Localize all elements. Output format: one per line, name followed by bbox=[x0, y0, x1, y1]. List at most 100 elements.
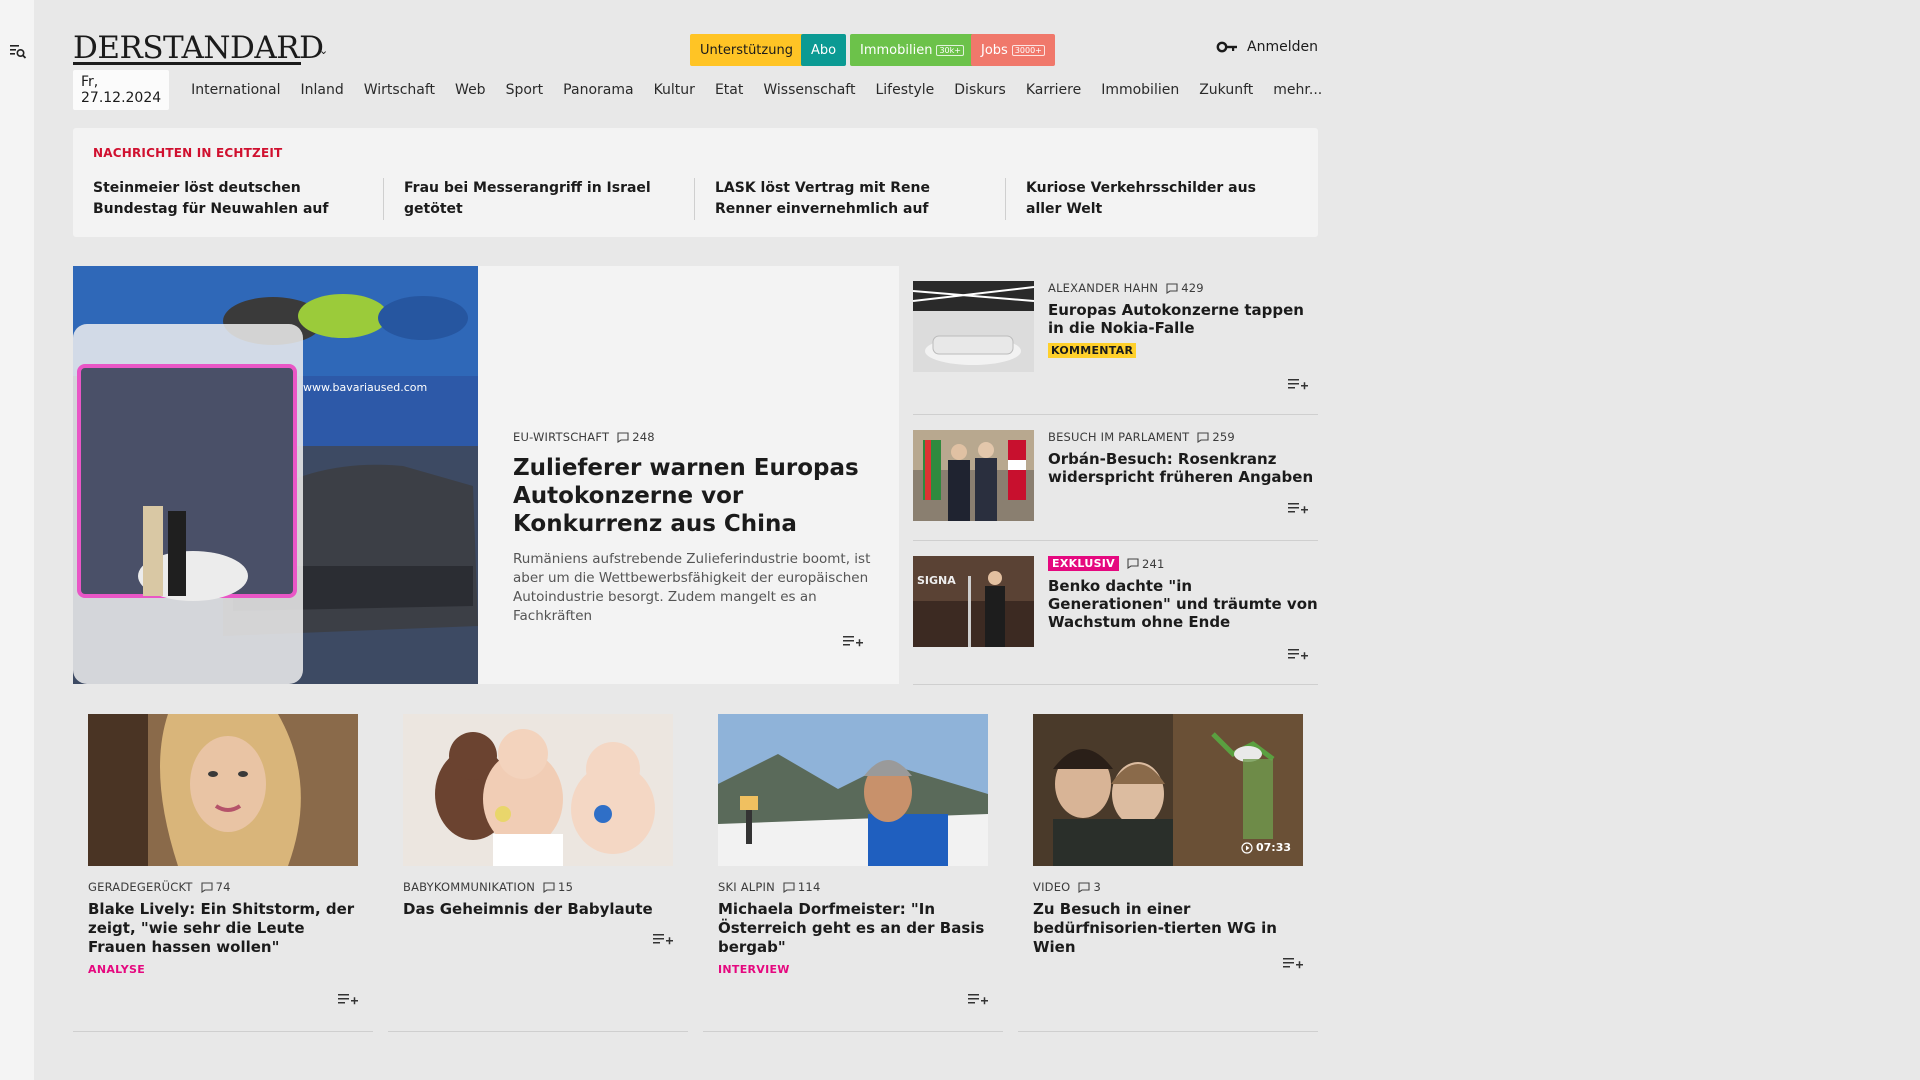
hero-title: Zulieferer warnen Europas Autokonzerne v… bbox=[513, 455, 859, 537]
video-duration: 07:33 bbox=[1241, 841, 1291, 854]
ticker-item[interactable]: Steinmeier löst deutschen Bundestag für … bbox=[93, 178, 363, 220]
divider bbox=[1018, 1031, 1318, 1032]
add-to-list-icon[interactable] bbox=[1283, 956, 1303, 970]
add-to-list-icon[interactable] bbox=[1288, 501, 1308, 515]
card-comment-count: 3 bbox=[1093, 880, 1101, 894]
card-comment-count: 114 bbox=[797, 880, 821, 894]
nav-item-lifestyle[interactable]: Lifestyle bbox=[865, 82, 944, 98]
divider bbox=[388, 1031, 688, 1032]
support-button[interactable]: Unterstützung bbox=[690, 34, 803, 66]
jobs-button[interactable]: Jobs 3000+ bbox=[971, 34, 1055, 66]
card-title: Blake Lively: Ein Shitstorm, der zeigt, … bbox=[88, 900, 355, 956]
nav-item-kultur[interactable]: Kultur bbox=[644, 82, 705, 98]
nav-item-wirtschaft[interactable]: Wirtschaft bbox=[354, 82, 445, 98]
comment-icon bbox=[1127, 558, 1139, 569]
menu-search-icon[interactable] bbox=[9, 42, 27, 60]
divider bbox=[913, 414, 1318, 415]
nav-item-karriere[interactable]: Karriere bbox=[1016, 82, 1091, 98]
nav-item-zukunft[interactable]: Zukunft bbox=[1189, 82, 1263, 98]
card-image bbox=[88, 714, 358, 866]
support-label: Unterstützung bbox=[700, 42, 793, 58]
add-to-list-icon[interactable] bbox=[1288, 647, 1308, 661]
immobilien-button[interactable]: Immobilien 30k+ bbox=[850, 34, 974, 66]
teaser-card[interactable]: 07:33 VIDEO 3 Zu Besuch in einer bedürfn… bbox=[1018, 700, 1318, 1032]
side-comment-count: 259 bbox=[1212, 430, 1235, 444]
add-to-list-icon[interactable] bbox=[1288, 377, 1308, 391]
nav-item-immobilien[interactable]: Immobilien bbox=[1091, 82, 1189, 98]
card-title: Michaela Dorfmeister: "In Österreich geh… bbox=[718, 900, 985, 956]
left-rail bbox=[0, 0, 34, 1080]
jobs-badge: 3000+ bbox=[1011, 44, 1045, 56]
key-icon bbox=[1216, 41, 1238, 53]
comment-icon bbox=[1166, 282, 1178, 294]
side-title: Benko dachte "in Generationen" und träum… bbox=[1048, 577, 1318, 631]
nav-item-international[interactable]: International bbox=[181, 82, 290, 98]
card-kicker: VIDEO bbox=[1033, 880, 1071, 894]
side-kicker: ALEXANDER HAHN bbox=[1048, 281, 1159, 295]
comment-icon bbox=[543, 881, 555, 893]
video-duration-label: 07:33 bbox=[1255, 841, 1291, 854]
hero-teaser: Rumäniens aufstrebende Zulieferindustrie… bbox=[513, 551, 871, 624]
side-comment-count: 429 bbox=[1181, 281, 1204, 295]
nav-item-diskurs[interactable]: Diskurs bbox=[944, 82, 1016, 98]
add-to-list-icon[interactable] bbox=[653, 932, 673, 946]
play-icon bbox=[1241, 841, 1253, 854]
side-article[interactable]: ALEXANDER HAHN 429 Europas Autokonzerne … bbox=[913, 281, 1318, 391]
teaser-card[interactable]: SKI ALPIN 114 Michaela Dorfmeister: "In … bbox=[703, 700, 1003, 1032]
divider bbox=[703, 1031, 1003, 1032]
teaser-card[interactable]: BABYKOMMUNIKATION 15 Das Geheimnis der B… bbox=[388, 700, 688, 1032]
side-article[interactable]: SIGNA EXKLUSIV 241 Benko dachte "in Gene… bbox=[913, 556, 1318, 676]
nav-item-panorama[interactable]: Panorama bbox=[553, 82, 643, 98]
analyse-tag: ANALYSE bbox=[88, 963, 146, 976]
comment-icon bbox=[1078, 881, 1090, 893]
main-nav: Fr, 27.12.2024 International Inland Wirt… bbox=[73, 70, 1332, 110]
side-comment-count: 241 bbox=[1142, 556, 1165, 571]
ticker-divider bbox=[694, 178, 695, 220]
comment-icon bbox=[617, 431, 629, 443]
card-image bbox=[718, 714, 988, 866]
kommentar-tag: KOMMENTAR bbox=[1048, 343, 1137, 358]
nav-item-more[interactable]: mehr... bbox=[1263, 82, 1332, 98]
chevron-down-icon[interactable]: ⌄ bbox=[319, 44, 328, 57]
hero-article[interactable]: www.bavariaused.com EU-WIRTSCHAFT 248 Zu… bbox=[73, 266, 899, 684]
side-article-image bbox=[913, 430, 1034, 521]
card-image: 07:33 bbox=[1033, 714, 1303, 866]
immobilien-badge: 30k+ bbox=[936, 44, 964, 56]
add-to-list-icon[interactable] bbox=[338, 992, 358, 1006]
side-title: Orbán-Besuch: Rosenkranz widerspricht fr… bbox=[1048, 450, 1314, 486]
card-kicker: SKI ALPIN bbox=[718, 880, 775, 894]
nav-item-web[interactable]: Web bbox=[445, 82, 496, 98]
hero-image: www.bavariaused.com bbox=[73, 266, 478, 684]
logo-underline bbox=[73, 62, 301, 65]
ticker-item[interactable]: Kuriose Verkehrsschilder aus aller Welt bbox=[1026, 178, 1296, 220]
ticker-item[interactable]: Frau bei Messerangriff in Israel getötet bbox=[404, 178, 674, 220]
nav-item-etat[interactable]: Etat bbox=[705, 82, 753, 98]
nav-item-wissenschaft[interactable]: Wissenschaft bbox=[753, 82, 865, 98]
news-ticker: NACHRICHTEN IN ECHTZEIT Steinmeier löst … bbox=[73, 128, 1318, 237]
side-article-image: SIGNA bbox=[913, 556, 1034, 647]
card-image bbox=[403, 714, 673, 866]
teaser-card[interactable]: GERADEGERÜCKT 74 Blake Lively: Ein Shits… bbox=[73, 700, 373, 1032]
card-title: Zu Besuch in einer bedürfnisorien-tierte… bbox=[1033, 900, 1277, 956]
abo-button[interactable]: Abo bbox=[801, 34, 847, 66]
immobilien-label: Immobilien bbox=[860, 42, 933, 58]
nav-item-sport[interactable]: Sport bbox=[496, 82, 554, 98]
exklusiv-tag: EXKLUSIV bbox=[1048, 556, 1119, 571]
side-article[interactable]: BESUCH IM PARLAMENT 259 Orbán-Besuch: Ro… bbox=[913, 430, 1318, 530]
nav-item-inland[interactable]: Inland bbox=[291, 82, 354, 98]
login-label: Anmelden bbox=[1247, 39, 1318, 55]
site-logo[interactable]: DERSTANDARD bbox=[73, 30, 324, 66]
hero-text: EU-WIRTSCHAFT 248 Zulieferer warnen Euro… bbox=[513, 430, 873, 626]
add-to-list-icon[interactable] bbox=[843, 634, 863, 648]
ticker-divider bbox=[383, 178, 384, 220]
side-article-image bbox=[913, 281, 1034, 372]
comment-icon bbox=[1197, 431, 1209, 443]
ticker-item[interactable]: LASK löst Vertrag mit Rene Renner einver… bbox=[715, 178, 985, 220]
add-to-list-icon[interactable] bbox=[968, 992, 988, 1006]
interview-tag: INTERVIEW bbox=[718, 963, 790, 976]
jobs-label: Jobs bbox=[981, 42, 1008, 58]
hero-image-text: www.bavariaused.com bbox=[303, 381, 427, 394]
login-button[interactable]: Anmelden bbox=[1216, 39, 1318, 55]
hero-comment-count: 248 bbox=[632, 430, 655, 444]
abo-label: Abo bbox=[811, 42, 837, 58]
